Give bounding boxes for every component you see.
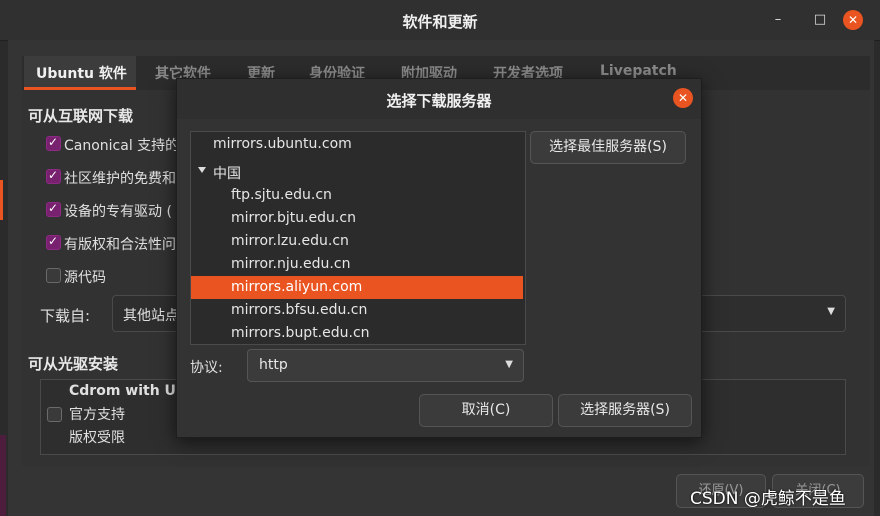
canonical-checkbox[interactable] <box>46 135 61 151</box>
community-label: 社区维护的免费和 <box>64 171 176 187</box>
cdrom-restricted-label: 版权受限 <box>69 430 125 446</box>
choose-server-dialog: 选择下载服务器 ✕ mirrors.ubuntu.com 中国 ftp.sjtu… <box>176 78 702 438</box>
background-window-accent <box>0 180 3 220</box>
dialog-close-icon[interactable]: ✕ <box>673 88 693 108</box>
server-group-china[interactable]: 中国 <box>191 160 523 183</box>
source-code-label: 源代码 <box>64 270 106 286</box>
internet-section-heading: 可从互联网下载 <box>28 107 134 125</box>
download-from-value: 其他站点 <box>123 308 179 324</box>
proprietary-drivers-label: 设备的专有驱动 ( <box>64 204 172 220</box>
protocol-combo[interactable]: http ▼ <box>247 349 524 382</box>
proprietary-drivers-checkbox[interactable] <box>46 201 61 217</box>
server-item-selected[interactable]: mirrors.aliyun.com <box>191 276 523 299</box>
protocol-value: http <box>259 357 288 373</box>
cancel-button[interactable]: 取消(C) <box>419 394 553 427</box>
canonical-label: Canonical 支持的 <box>64 138 180 154</box>
chevron-down-icon: ▼ <box>505 359 513 370</box>
dialog-title: 选择下载服务器 <box>386 92 492 110</box>
cdrom-section-heading: 可从光驱安装 <box>28 355 119 373</box>
tab-ubuntu-software[interactable]: Ubuntu 软件 <box>36 63 127 83</box>
restricted-checkbox[interactable] <box>46 234 61 250</box>
server-item[interactable]: mirrors.bupt.edu.cn <box>191 322 523 344</box>
server-item[interactable]: mirror.nju.edu.cn <box>191 253 523 276</box>
watermark: CSDN @虎鲸不是鱼 <box>690 489 846 509</box>
window-titlebar: 软件和更新 – □ ✕ <box>0 0 880 41</box>
choose-server-button[interactable]: 选择服务器(S) <box>558 394 692 427</box>
community-checkbox[interactable] <box>46 168 61 184</box>
dialog-titlebar: 选择下载服务器 ✕ <box>177 79 701 119</box>
tab-livepatch[interactable]: Livepatch <box>600 63 677 79</box>
chevron-down-icon: ▼ <box>827 306 835 317</box>
server-item[interactable]: mirrors.bfsu.edu.cn <box>191 299 523 322</box>
protocol-label: 协议: <box>190 360 223 376</box>
download-from-label: 下载自: <box>40 307 91 325</box>
maximize-icon[interactable]: □ <box>810 10 830 30</box>
server-item[interactable]: mirror.lzu.edu.cn <box>191 230 523 253</box>
background-window-edge <box>0 435 6 516</box>
minimize-icon[interactable]: – <box>768 10 788 30</box>
cdrom-checkbox[interactable] <box>47 407 62 422</box>
server-item[interactable]: mirror.bjtu.edu.cn <box>191 207 523 230</box>
close-icon[interactable]: ✕ <box>843 10 863 30</box>
cdrom-official-label: 官方支持 <box>69 407 125 423</box>
server-item[interactable]: mirrors.ubuntu.com <box>191 133 523 156</box>
source-code-checkbox[interactable] <box>46 268 61 283</box>
select-best-server-button[interactable]: 选择最佳服务器(S) <box>530 131 686 164</box>
window-title: 软件和更新 <box>402 13 478 31</box>
expander-down-icon[interactable] <box>198 167 206 173</box>
server-item[interactable]: ftp.sjtu.edu.cn <box>191 184 523 207</box>
restricted-label: 有版权和合法性问 <box>64 237 176 253</box>
cdrom-name: Cdrom with Ub <box>69 383 186 399</box>
server-list[interactable]: mirrors.ubuntu.com 中国 ftp.sjtu.edu.cn mi… <box>190 131 526 345</box>
